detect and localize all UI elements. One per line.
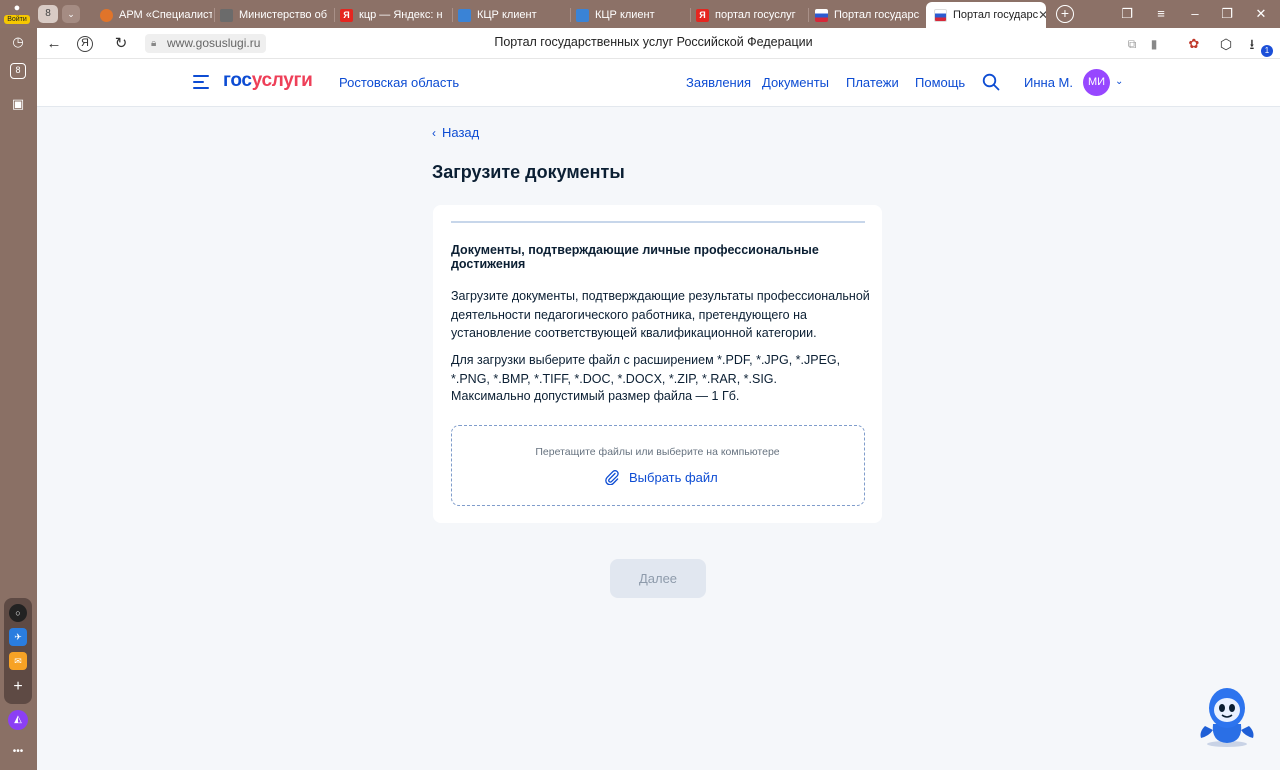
more-dots-icon[interactable]: ••• [8, 742, 28, 762]
allowed-formats-text: Для загрузки выберите файл с расширением… [451, 353, 841, 386]
collections-icon[interactable]: ❐ [1116, 4, 1138, 24]
chevron-left-icon: ‹ [432, 126, 436, 140]
firefox-icon [100, 8, 113, 22]
login-button[interactable]: ● Войти [4, 3, 30, 25]
yandex-icon: Я [696, 8, 709, 22]
browser-sidebar: ◷ 8 ▣ ○ ✈ ✉ + ◭ ••• [0, 28, 37, 770]
sidebar-count-badge[interactable]: 8 [10, 63, 26, 79]
browser-tab-strip: ● Войти 8 ⌄ АРМ «Специалист Министерство… [0, 0, 1280, 28]
browser-tab[interactable]: КЦР клиент [458, 4, 566, 26]
nav-help[interactable]: Помощь [915, 75, 965, 90]
logo-part-2: услуги [251, 70, 313, 91]
tab-title: АРМ «Специалист [119, 9, 212, 21]
browser-tab[interactable]: Я кцр — Яндекс: нац [340, 4, 442, 26]
kcr-client-icon [458, 8, 471, 22]
russia-flag-icon [815, 8, 828, 22]
extensions-cube-icon[interactable]: ⬡ [1215, 33, 1237, 55]
add-app-plus-icon[interactable]: + [8, 677, 28, 697]
nav-applications[interactable]: Заявления [686, 75, 751, 90]
gosuslugi-logo[interactable]: госуслуги [223, 70, 313, 92]
close-window-icon[interactable]: ✕ [1250, 4, 1272, 24]
history-clock-icon[interactable]: ◷ [8, 32, 28, 52]
alice-assistant-icon[interactable]: ◭ [8, 710, 28, 730]
nav-documents[interactable]: Документы [762, 75, 829, 90]
region-selector[interactable]: Ростовская область [339, 75, 459, 90]
browser-tab[interactable]: КЦР клиент [576, 4, 684, 26]
restore-icon[interactable]: ❐ [1216, 4, 1238, 24]
file-dropzone[interactable]: Перетащите файлы или выберите на компьют… [451, 425, 865, 506]
extension-icon[interactable]: ✿ [1183, 33, 1205, 55]
tab-title: Портал государс [953, 9, 1039, 21]
tabs-dropdown-chevron-icon[interactable]: ⌄ [62, 5, 80, 23]
minimize-icon[interactable]: – [1184, 4, 1206, 24]
logo-part-1: гос [223, 70, 252, 91]
screenshot-icon[interactable]: ▣ [8, 94, 28, 114]
bookmark-icon[interactable]: ▮ [1143, 33, 1165, 55]
translate-icon[interactable]: ⧉ [1121, 33, 1143, 55]
browser-tab[interactable]: Портал государс [815, 4, 919, 26]
user-name[interactable]: Инна М. [1024, 75, 1073, 90]
address-bar: ← Я ↻ 🔒︎ www.gosuslugi.ru Портал государ… [37, 28, 1280, 59]
dropzone-hint: Перетащите файлы или выберите на компьют… [535, 446, 780, 458]
download-count-badge: 1 [1261, 45, 1273, 57]
menu-icon[interactable]: ≡ [1150, 4, 1172, 24]
tab-title: Министерство об [239, 9, 328, 21]
browser-tab[interactable]: Я портал госуслуг — [696, 4, 798, 26]
next-button[interactable]: Далее [610, 559, 706, 598]
kcr-client-icon [576, 8, 589, 22]
browser-tab[interactable]: Министерство об [220, 4, 332, 26]
hamburger-menu-icon[interactable] [193, 75, 209, 89]
tab-count-button[interactable]: 8 [38, 5, 58, 23]
new-tab-plus-icon[interactable]: + [1056, 5, 1074, 23]
yandex-icon: Я [340, 8, 353, 22]
choose-file-button[interactable]: Выбрать файл [604, 469, 718, 485]
back-label: Назад [442, 125, 480, 140]
downloads-icon[interactable]: ⭳ [1241, 33, 1263, 55]
choose-file-label: Выбрать файл [629, 469, 718, 485]
russia-flag-icon [934, 8, 947, 22]
alice-app-icon[interactable]: ○ [9, 604, 27, 622]
profile-icon: ● [13, 2, 21, 14]
divider [451, 221, 865, 223]
site-header: госуслуги Ростовская область Заявления Д… [37, 59, 1280, 107]
avatar[interactable]: МИ [1083, 69, 1110, 96]
back-link[interactable]: ‹ Назад [432, 125, 479, 140]
mail-app-icon[interactable]: ✉ [9, 652, 27, 670]
max-size-text: Максимально допустимый размер файла — 1 … [451, 389, 740, 403]
search-icon[interactable] [982, 73, 1000, 91]
upload-card: Документы, подтверждающие личные професс… [433, 205, 882, 523]
tab-title: КЦР клиент [595, 9, 655, 21]
emblem-icon [220, 8, 233, 22]
browser-tab[interactable]: АРМ «Специалист [100, 4, 212, 26]
section-title: Документы, подтверждающие личные професс… [451, 243, 819, 271]
tab-title: портал госуслуг — [715, 9, 798, 21]
nav-payments[interactable]: Платежи [846, 75, 899, 90]
assistant-robot-icon[interactable] [1197, 686, 1257, 748]
paperclip-icon [605, 470, 619, 485]
tab-title: Портал государс [834, 9, 919, 21]
gosuslugi-page: госуслуги Ростовская область Заявления Д… [37, 59, 1280, 770]
browser-tab-active[interactable]: Портал государс ✕ [926, 2, 1046, 28]
close-tab-icon[interactable]: ✕ [1038, 8, 1046, 22]
login-label: Войти [4, 15, 30, 24]
messenger-app-icon[interactable]: ✈ [9, 628, 27, 646]
tab-title: КЦР клиент [477, 9, 537, 21]
browser-page-title: Портал государственных услуг Российской … [494, 35, 813, 49]
tab-title: кцр — Яндекс: нац [359, 9, 442, 21]
description-text: Загрузите документы, подтверждающие резу… [451, 289, 870, 340]
chevron-down-icon[interactable]: ⌄ [1115, 76, 1123, 87]
page-title: Загрузите документы [432, 162, 625, 182]
